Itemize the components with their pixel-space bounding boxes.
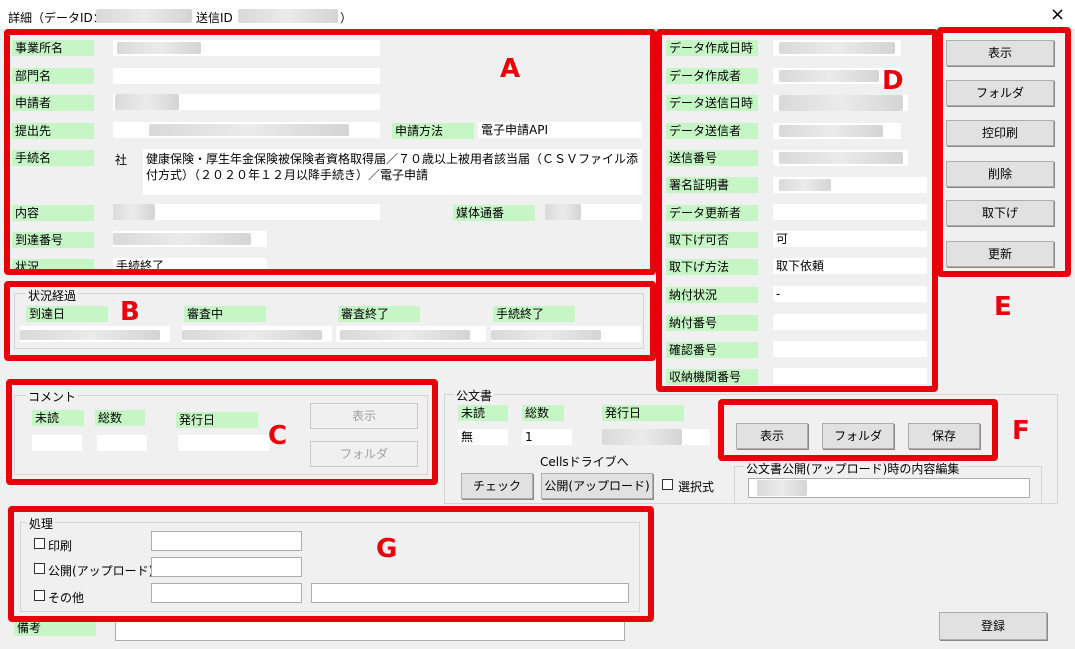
remarks-label: 備考: [14, 620, 96, 636]
highlight-box-f: [718, 399, 998, 461]
window-title-mid: 送信ID: [196, 11, 233, 25]
send-id-redacted: [238, 9, 338, 23]
marker-d: D: [882, 66, 904, 96]
upload-edit-input[interactable]: [748, 478, 1030, 498]
marker-e: E: [994, 292, 1012, 322]
cells-drive-label: Cellsドライブへ: [540, 455, 629, 469]
upload-edit-title: 公文書公開(アップロード)時の内容編集: [744, 460, 962, 477]
official-issue-date-value: [602, 429, 710, 445]
marker-f: F: [1012, 416, 1030, 446]
official-doc-title: 公文書: [454, 387, 495, 404]
highlight-box-a: [4, 29, 656, 275]
official-unread-label: 未読: [458, 405, 508, 421]
check-button[interactable]: チェック: [461, 473, 533, 499]
official-unread-value: 無: [458, 429, 508, 445]
data-id-redacted: [96, 9, 192, 23]
publish-upload-button[interactable]: 公開(アップロード): [541, 473, 653, 499]
marker-g: G: [376, 534, 398, 564]
marker-c: C: [268, 421, 288, 451]
remarks-input[interactable]: [115, 621, 625, 641]
select-mode-checkbox[interactable]: [662, 479, 673, 490]
marker-a: A: [500, 54, 521, 84]
marker-b: B: [120, 297, 140, 327]
select-mode-label: 選択式: [678, 480, 715, 494]
window-title-prefix: 詳細（データID：: [8, 11, 105, 25]
highlight-box-c: [6, 379, 438, 485]
official-total-value: 1: [522, 429, 572, 445]
highlight-box-e: [937, 27, 1071, 277]
official-total-label: 総数: [522, 405, 564, 421]
highlight-box-b: [4, 281, 656, 361]
close-icon[interactable]: ×: [1050, 4, 1065, 25]
window-title-suffix: ）: [340, 11, 353, 25]
highlight-box-g: [8, 506, 654, 622]
register-button[interactable]: 登録: [939, 612, 1047, 640]
official-issue-date-label: 発行日: [602, 405, 684, 421]
